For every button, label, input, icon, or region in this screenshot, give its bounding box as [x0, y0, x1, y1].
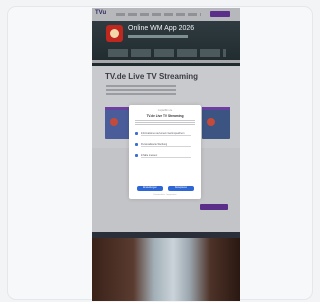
consent-option-detail — [141, 146, 191, 147]
top-navigation: TVu — [92, 8, 240, 21]
consent-description — [135, 120, 195, 126]
consent-dialog: tvspielfilm.de TV.de Live TV Streaming I… — [129, 105, 201, 199]
app-banner[interactable]: Online WM App 2026 — [92, 21, 240, 66]
consent-title: TV.de Live TV Streaming — [146, 114, 184, 118]
settings-button[interactable]: Einstellungen — [137, 186, 163, 191]
checkbox-icon[interactable] — [135, 143, 138, 146]
more-button[interactable] — [200, 204, 228, 210]
nav-cta-button[interactable] — [210, 11, 230, 17]
checkbox-icon[interactable] — [135, 154, 138, 157]
consent-option[interactable]: Inhalte messen — [135, 154, 195, 159]
consent-option[interactable]: Informationen auf einem Gerät speichern — [135, 132, 195, 137]
page-title: TV.de Live TV Streaming — [105, 72, 199, 81]
banner-title: Online WM App 2026 — [128, 25, 195, 32]
checkbox-icon[interactable] — [135, 132, 138, 135]
accept-button[interactable]: Akzeptieren — [168, 186, 194, 191]
consent-option-detail — [141, 135, 191, 136]
site-logo[interactable]: TVu — [95, 10, 106, 16]
nav-links[interactable] — [116, 13, 201, 16]
consent-option[interactable]: Personalisierte Werbung — [135, 143, 195, 148]
consent-footer[interactable]: Datenschutz · Impressum — [129, 194, 201, 196]
consent-option-detail — [141, 157, 191, 158]
consent-brand: tvspielfilm.de — [157, 109, 173, 112]
hero-photo — [92, 232, 240, 301]
intro-text — [106, 85, 176, 97]
banner-subtitle — [128, 35, 188, 38]
channel-tile[interactable] — [202, 107, 230, 139]
store-badges[interactable] — [108, 49, 226, 57]
app-icon — [106, 25, 123, 42]
photo-caption-bar — [92, 232, 240, 238]
banner-divider — [92, 60, 240, 63]
